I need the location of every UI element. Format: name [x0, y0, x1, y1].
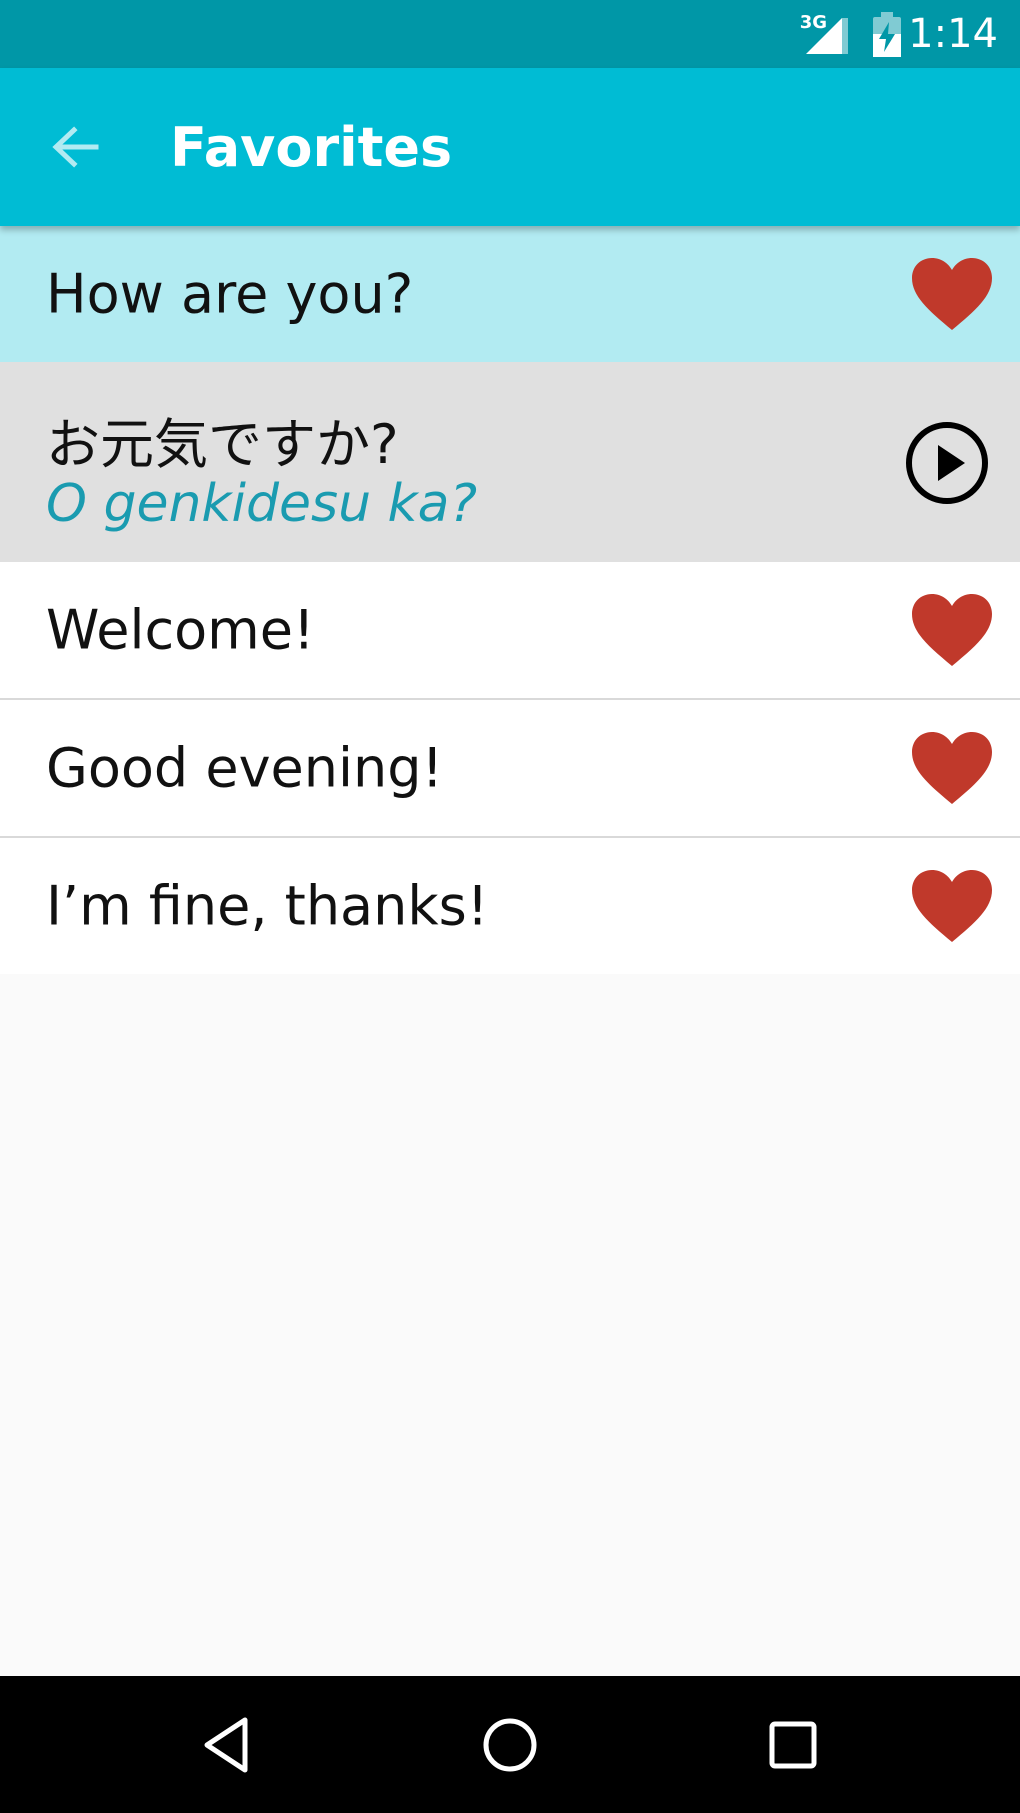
heart-icon[interactable]	[908, 728, 996, 808]
list-item-how-are-you[interactable]: How are you?	[0, 226, 1020, 362]
favorites-list: How are you? お元気ですか? O genkidesu ka? Wel…	[0, 226, 1020, 974]
translation-panel: お元気ですか? O genkidesu ka?	[0, 362, 1020, 562]
heart-icon[interactable]	[908, 254, 996, 334]
list-item-im-fine-thanks[interactable]: I’m fine, thanks!	[0, 838, 1020, 974]
romanized-translation-text: O genkidesu ka?	[46, 474, 478, 534]
list-item-welcome[interactable]: Welcome!	[0, 562, 1020, 700]
page-title: Favorites	[170, 116, 453, 179]
list-item-good-evening[interactable]: Good evening!	[0, 700, 1020, 838]
signal-icon	[806, 18, 848, 54]
app-bar: Favorites	[0, 68, 1020, 226]
phrase-text: I’m fine, thanks!	[46, 874, 489, 938]
nav-home-icon[interactable]	[475, 1710, 545, 1780]
status-bar: 3G 1:14	[0, 0, 1020, 68]
back-button[interactable]	[40, 112, 110, 182]
nav-recents-icon[interactable]	[758, 1710, 828, 1780]
heart-icon[interactable]	[908, 866, 996, 946]
battery-charging-icon	[873, 12, 901, 57]
nav-back-icon[interactable]	[193, 1710, 263, 1780]
phrase-text: How are you?	[46, 262, 414, 326]
arrow-back-icon	[52, 126, 99, 168]
phrase-text: Good evening!	[46, 736, 444, 800]
play-circle-icon[interactable]	[904, 420, 990, 506]
native-translation-text: お元気ですか?	[46, 413, 399, 476]
favorites-screen: 3G 1:14 Favorites How are you? お元気ですか? O…	[0, 0, 1020, 1813]
phrase-text: Welcome!	[46, 598, 315, 662]
system-nav-bar	[0, 1676, 1020, 1813]
heart-icon[interactable]	[908, 590, 996, 670]
clock: 1:14	[908, 11, 998, 57]
